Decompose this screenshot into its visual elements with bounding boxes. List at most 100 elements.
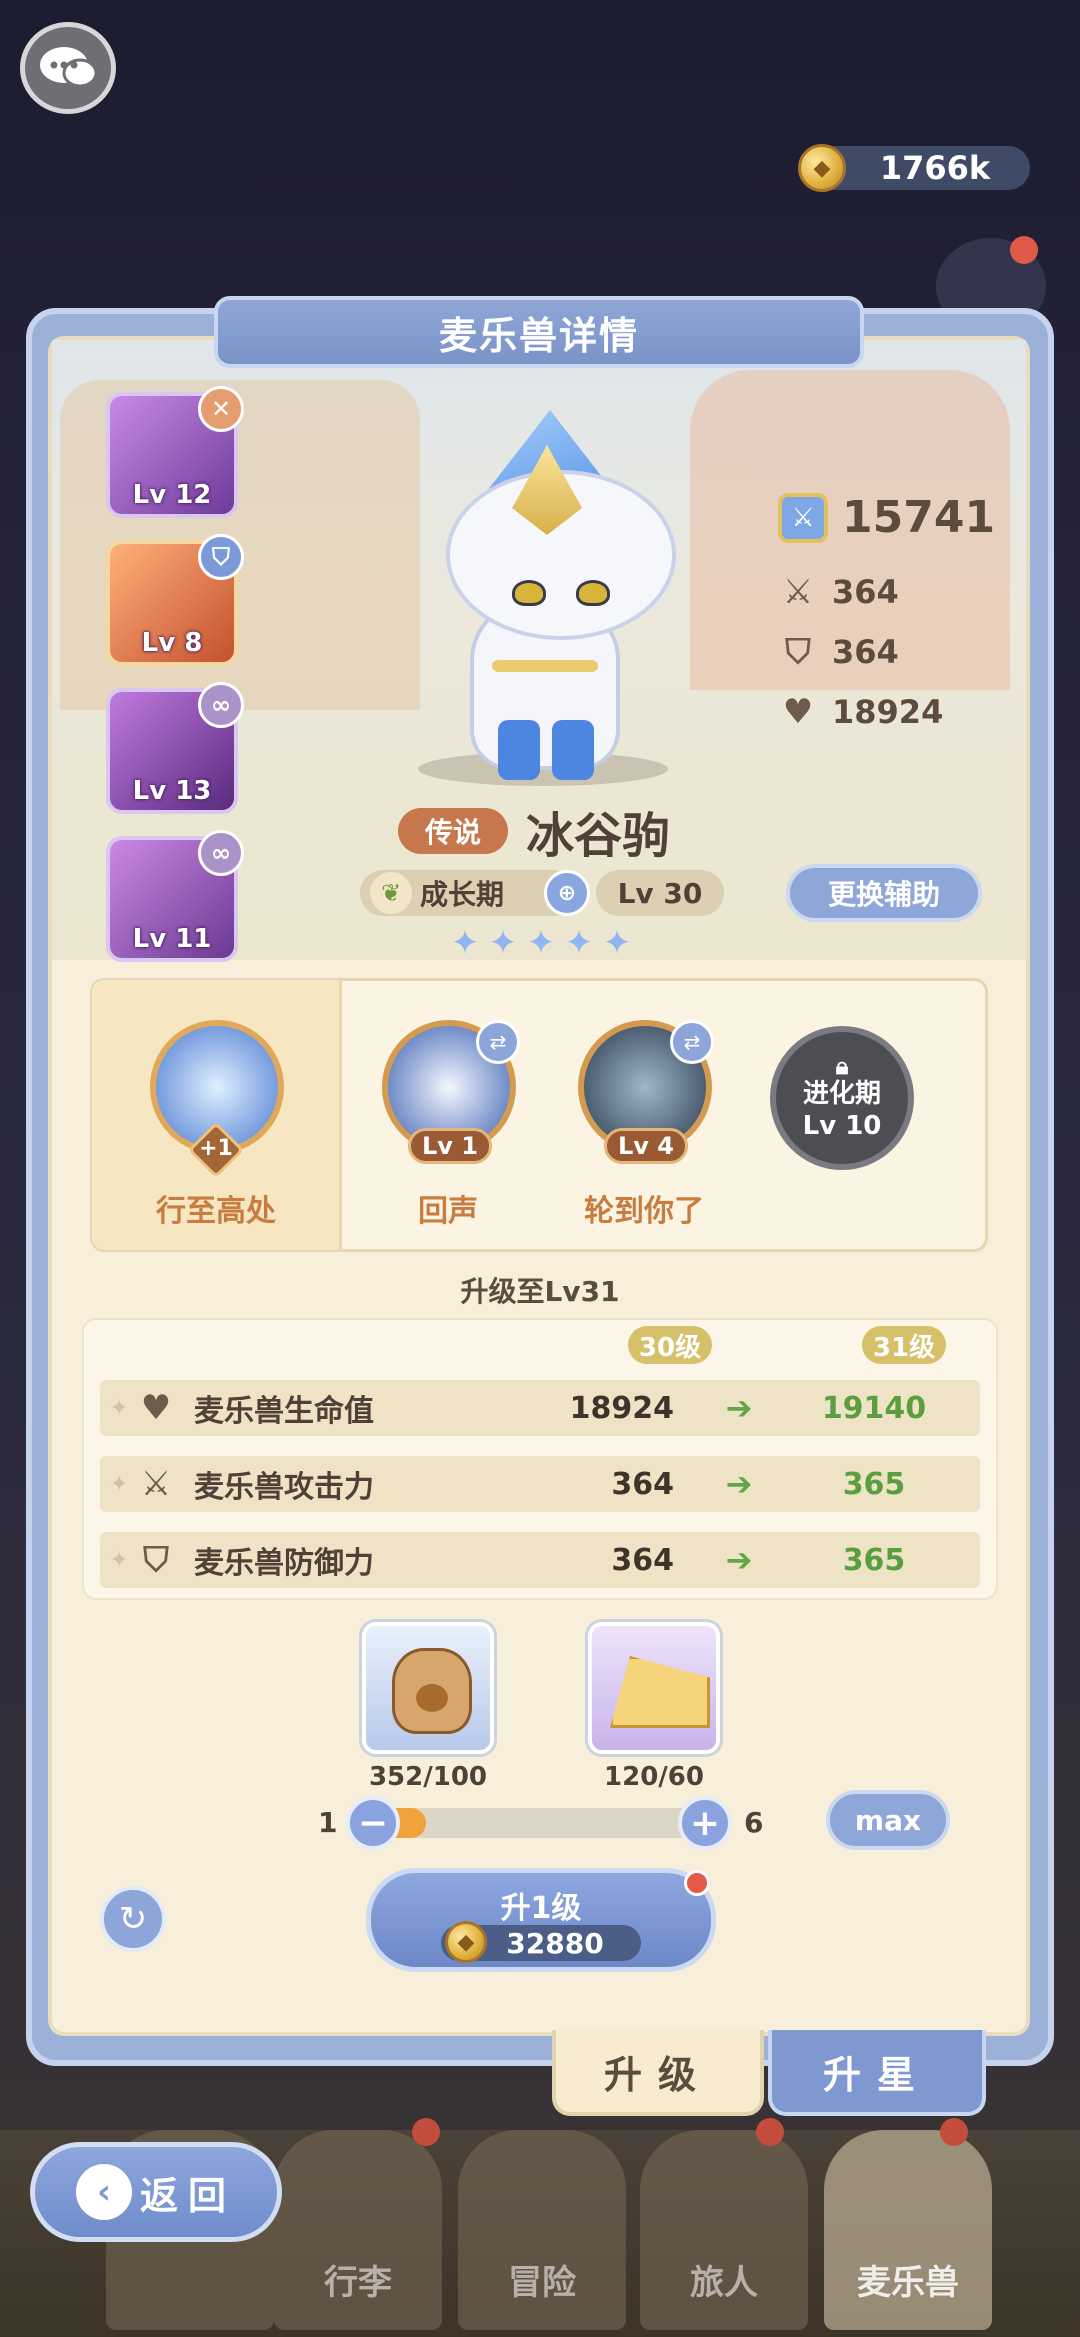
hp-stat: ♥ 18924 <box>778 692 944 732</box>
stat-label: 麦乐兽生命值 <box>194 1394 374 1429</box>
companion-level: Lv 11 <box>132 924 212 954</box>
shield-icon: ⛉ <box>198 534 244 580</box>
next-level-header: 31级 <box>862 1326 946 1364</box>
food-bag-icon[interactable] <box>362 1622 494 1754</box>
change-support-button[interactable]: 更换辅助 <box>786 864 982 922</box>
currency-amount: 1766k <box>879 149 991 187</box>
growth-stage: ❦ 成长期 ⊕ <box>360 870 590 916</box>
skill-3-name: 轮到你了 <box>584 1194 704 1229</box>
level-up-button[interactable]: 升1级 ◆ 32880 <box>366 1868 716 1972</box>
companion-level: Lv 8 <box>141 628 203 658</box>
swap-icon[interactable]: ⇄ <box>670 1020 714 1064</box>
cheese-icon[interactable] <box>588 1622 720 1754</box>
tab-upgrade[interactable]: 升级 <box>552 2030 764 2116</box>
level-up-label: 升1级 <box>500 1891 582 1926</box>
coin-icon: ◆ <box>445 1921 487 1963</box>
material-1-count: 352/100 <box>368 1762 488 1792</box>
plus-button[interactable]: + <box>678 1796 732 1850</box>
nav-item-pets[interactable]: 麦乐兽 <box>824 2130 992 2330</box>
defense-stat: ⛉ 364 <box>778 632 899 672</box>
stat-current: 18924 <box>569 1390 674 1426</box>
skill-2-level: Lv 1 <box>408 1128 492 1164</box>
slider-min: 1 <box>318 1806 338 1839</box>
evolution-stage-level: Lv 10 <box>802 1111 882 1141</box>
notification-dot <box>684 1870 710 1896</box>
zoom-icon[interactable]: ⊕ <box>544 870 590 916</box>
swords-icon: ⚔ <box>782 572 814 612</box>
swords-icon: ⚔ <box>140 1464 172 1504</box>
pet-name: 冰谷驹 <box>526 808 671 864</box>
chevron-left-icon: ‹ <box>75 2164 132 2220</box>
arrow-right-icon: ➔ <box>725 1541 753 1579</box>
stat-row-attack: ✦ ⚔ 麦乐兽攻击力 364 ➔ 365 <box>100 1456 980 1512</box>
attack-stat: ⚔ 364 <box>778 572 899 612</box>
diamond-icon: ✦ <box>110 1395 129 1421</box>
upgrade-title: 升级至Lv31 <box>460 1275 620 1308</box>
shield-icon: ⛉ <box>785 632 811 672</box>
nav-label: 行李 <box>324 2263 392 2303</box>
notification-dot <box>756 2118 784 2146</box>
evolution-stage-label: 进化期 <box>802 1079 881 1109</box>
skill-2-name: 回声 <box>418 1194 478 1229</box>
level-up-cost: ◆ 32880 <box>441 1921 641 1963</box>
hp-value: 18924 <box>832 693 944 731</box>
notification-dot <box>412 2118 440 2146</box>
companion-level: Lv 12 <box>132 480 212 510</box>
attack-value: 364 <box>832 573 899 611</box>
swap-icon[interactable]: ⇄ <box>476 1020 520 1064</box>
pet-eye-left <box>512 580 546 606</box>
star-icon: ✦ <box>564 923 594 963</box>
current-level-header: 30级 <box>628 1326 712 1364</box>
tab-star-up[interactable]: 升星 <box>768 2030 986 2116</box>
material-2-count: 120/60 <box>604 1762 704 1792</box>
combat-power-value: 15741 <box>842 492 996 543</box>
sprout-icon: ❦ <box>370 872 412 914</box>
stat-current: 364 <box>611 1542 674 1578</box>
minus-button[interactable]: − <box>346 1796 400 1850</box>
notification-dot <box>940 2118 968 2146</box>
nav-label: 旅人 <box>690 2263 758 2303</box>
panel-title: 麦乐兽详情 <box>214 296 864 368</box>
star-icon: ✦ <box>526 923 556 963</box>
nav-label: 冒险 <box>508 2263 576 2303</box>
lock-icon: 🔒︎ <box>835 1052 849 1080</box>
nav-item-adventure[interactable]: 冒险 <box>458 2130 626 2330</box>
stat-row-hp: ✦ ♥ 麦乐兽生命值 18924 ➔ 19140 <box>100 1380 980 1436</box>
growth-stage-label: 成长期 <box>420 878 505 911</box>
skill-bonus-text: +1 <box>199 1136 233 1161</box>
star-icon: ✦ <box>602 923 632 963</box>
coin-icon: ◆ <box>798 144 846 192</box>
link-icon: ∞ <box>198 830 244 876</box>
notification-dot <box>1010 236 1038 264</box>
defense-value: 364 <box>832 633 899 671</box>
star-icon: ✦ <box>488 923 518 963</box>
chat-icon <box>40 47 98 88</box>
back-label: 返回 <box>139 2173 236 2218</box>
pet-eye-right <box>576 580 610 606</box>
rarity-tag: 传说 <box>398 808 508 854</box>
stat-current: 364 <box>611 1466 674 1502</box>
heart-icon: ♥ <box>782 692 814 732</box>
heart-icon: ♥ <box>140 1388 172 1428</box>
stat-next: 365 <box>842 1466 906 1502</box>
nav-item-traveler[interactable]: 旅人 <box>640 2130 808 2330</box>
chat-button[interactable] <box>20 22 116 114</box>
refresh-icon[interactable]: ↻ <box>100 1886 166 1952</box>
level-up-cost-value: 32880 <box>506 1926 604 1960</box>
nav-item-luggage[interactable]: 行李 <box>274 2130 442 2330</box>
arrow-right-icon: ➔ <box>725 1465 753 1503</box>
slider-max: 6 <box>744 1806 764 1839</box>
stat-row-defense: ✦ ⛉ 麦乐兽防御力 364 ➔ 365 <box>100 1532 980 1588</box>
star-rating: ✦ ✦ ✦ ✦ ✦ <box>448 926 634 960</box>
shield-icon: ⛉ <box>143 1540 169 1580</box>
pet-level: Lv 30 <box>596 870 724 916</box>
star-icon: ✦ <box>450 923 480 963</box>
close-icon[interactable]: ✕ <box>198 386 244 432</box>
power-icon: ⚔ <box>778 492 828 543</box>
locked-evolution-skill[interactable]: 🔒︎ 进化期 Lv 10 <box>770 1026 914 1170</box>
diamond-icon: ✦ <box>110 1547 129 1573</box>
link-icon: ∞ <box>198 682 244 728</box>
max-button[interactable]: max <box>826 1790 950 1850</box>
back-button[interactable]: ‹ 返回 <box>30 2142 282 2242</box>
arrow-right-icon: ➔ <box>725 1389 753 1427</box>
